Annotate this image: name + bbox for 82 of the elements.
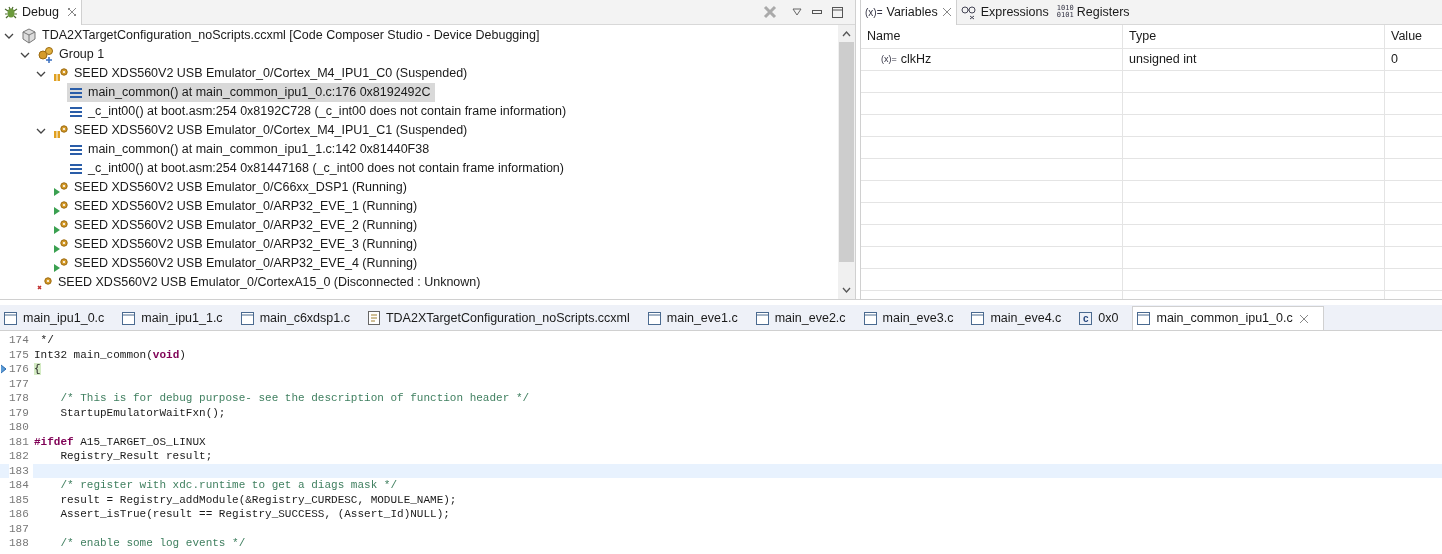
stack-frame-icon bbox=[69, 104, 83, 119]
tree-item[interactable]: SEED XDS560V2 USB Emulator_0/CortexA15_0 (Disconnected : Unknown) bbox=[35, 273, 485, 292]
file-icon bbox=[122, 311, 136, 325]
table-cell-text: clkHz bbox=[900, 51, 932, 69]
tree-item[interactable]: SEED XDS560V2 USB Emulator_0/ARP32_EVE_4 (Running) bbox=[51, 254, 422, 273]
file-icon bbox=[863, 311, 877, 325]
scroll-down-icon[interactable] bbox=[842, 287, 851, 293]
maximize-icon[interactable] bbox=[832, 6, 843, 18]
code-line: /* register with xdc.runtime to get a diags mask */ bbox=[59, 478, 398, 493]
running-core-icon bbox=[53, 198, 69, 215]
bug-icon bbox=[4, 5, 18, 19]
tree-item[interactable]: main_common() at main_common_ipu1_0.c:176 0x8192492C bbox=[67, 83, 435, 102]
close-icon bbox=[941, 7, 952, 17]
editor-tab[interactable]: main_eve2.c bbox=[751, 306, 860, 330]
code-line: */ bbox=[39, 333, 54, 348]
tree-item[interactable]: _c_int00() at boot.asm:254 0x8192C728 (_c_int00 does not contain frame information) bbox=[67, 102, 571, 121]
stack-frame-icon bbox=[69, 161, 83, 176]
table-cell-text: 0 bbox=[1390, 51, 1399, 69]
running-core-icon bbox=[53, 179, 69, 196]
code-line: Int32 main_common(void) bbox=[33, 347, 186, 362]
tree-item[interactable]: Group 1 bbox=[35, 45, 109, 64]
file-icon bbox=[240, 311, 254, 325]
code-line: Assert_isTrue(result == Registry_SUCCESS, (Assert_Id)NULL); bbox=[59, 507, 450, 522]
code-line: result = Registry_addModule(&Registry_CURDESC, MODULE_NAME); bbox=[59, 492, 457, 507]
view-tab[interactable]: Expressions bbox=[956, 0, 1053, 25]
tree-item[interactable]: SEED XDS560V2 USB Emulator_0/ARP32_EVE_3 (Running) bbox=[51, 235, 422, 254]
tab-label: Debug bbox=[22, 3, 59, 21]
tree-item[interactable]: _c_int00() at boot.asm:254 0x81447168 (_c_int00 does not contain frame information) bbox=[67, 159, 568, 178]
tree-item[interactable]: main_common() at main_common_ipu1_1.c:142 0x81440F38 bbox=[67, 140, 434, 159]
editor-tab[interactable]: main_ipu1_1.c bbox=[118, 306, 237, 330]
stack-frame-icon bbox=[69, 142, 83, 157]
running-core-icon bbox=[53, 255, 69, 272]
editor-tab[interactable]: TDA2XTargetConfiguration_noScripts.ccxml bbox=[363, 306, 644, 330]
editor-tab[interactable]: main_c6xdsp1.c bbox=[236, 306, 364, 330]
code-line: /* This is for debug purpose- see the description of function header */ bbox=[59, 391, 530, 406]
table-cell: unsigned int bbox=[1123, 49, 1385, 70]
file-icon bbox=[1137, 312, 1151, 325]
minimize-icon[interactable] bbox=[812, 10, 822, 14]
config-file-icon bbox=[367, 311, 380, 325]
code-line: StartupEmulatorWaitFxn(); bbox=[59, 405, 226, 420]
glasses-icon bbox=[960, 4, 977, 20]
file-icon bbox=[971, 311, 985, 325]
running-core-icon bbox=[53, 217, 69, 234]
editor-tab[interactable]: c 0x0 bbox=[1075, 306, 1133, 330]
suspended-core-icon bbox=[53, 65, 69, 82]
editor-tab[interactable]: main_eve4.c bbox=[967, 306, 1076, 330]
column-header[interactable]: Name bbox=[861, 25, 1123, 48]
close-icon[interactable] bbox=[66, 7, 77, 17]
scroll-thumb[interactable] bbox=[839, 42, 854, 262]
code-line: #ifdef A15_TARGET_OS_LINUX bbox=[33, 434, 206, 449]
launch-icon bbox=[21, 27, 37, 44]
file-icon bbox=[4, 311, 17, 325]
debug-tab[interactable]: Debug bbox=[0, 0, 82, 25]
file-icon bbox=[755, 311, 769, 325]
variable-icon: (x)= bbox=[881, 52, 897, 67]
scrollbar[interactable] bbox=[838, 25, 855, 299]
running-core-icon bbox=[53, 236, 69, 253]
editor-tab[interactable]: main_eve1.c bbox=[643, 306, 752, 330]
suspended-core-icon bbox=[53, 122, 69, 139]
tree-item[interactable]: SEED XDS560V2 USB Emulator_0/ARP32_EVE_1 (Running) bbox=[51, 197, 422, 216]
view-tab[interactable]: (x)= Variables bbox=[861, 0, 957, 25]
stack-frame-icon bbox=[69, 85, 83, 100]
file-icon bbox=[647, 311, 661, 325]
gears-icon bbox=[37, 46, 54, 63]
editor-tab[interactable]: main_eve3.c bbox=[859, 306, 968, 330]
code-line: Registry_Result result; bbox=[59, 449, 213, 464]
variables-icon: (x)= bbox=[865, 4, 883, 20]
scroll-up-icon[interactable] bbox=[842, 31, 851, 37]
tree-item[interactable]: SEED XDS560V2 USB Emulator_0/ARP32_EVE_2 (Running) bbox=[51, 216, 422, 235]
tree-item[interactable]: SEED XDS560V2 USB Emulator_0/Cortex_M4_IPU1_C0 (Suspended) bbox=[51, 64, 472, 83]
editor-tab[interactable]: main_ipu1_0.c bbox=[0, 306, 119, 330]
tree-item[interactable]: SEED XDS560V2 USB Emulator_0/C66xx_DSP1 (Running) bbox=[51, 178, 411, 197]
code-line: /* enable some log events */ bbox=[59, 536, 246, 551]
close-icon bbox=[1298, 313, 1309, 324]
column-header[interactable]: Type bbox=[1123, 25, 1385, 48]
column-header[interactable]: Value bbox=[1385, 25, 1442, 48]
editor-tab[interactable]: main_common_ipu1_0.c bbox=[1132, 306, 1324, 330]
disconnected-core-icon bbox=[37, 274, 53, 291]
disassembly-icon: c bbox=[1079, 311, 1093, 325]
tree-item[interactable]: TDA2XTargetConfiguration_noScripts.ccxml [Code Composer Studio - Device Debugging] bbox=[19, 26, 544, 45]
view-menu-icon[interactable] bbox=[792, 8, 802, 16]
tree-item[interactable]: SEED XDS560V2 USB Emulator_0/Cortex_M4_IPU1_C1 (Suspended) bbox=[51, 121, 472, 140]
